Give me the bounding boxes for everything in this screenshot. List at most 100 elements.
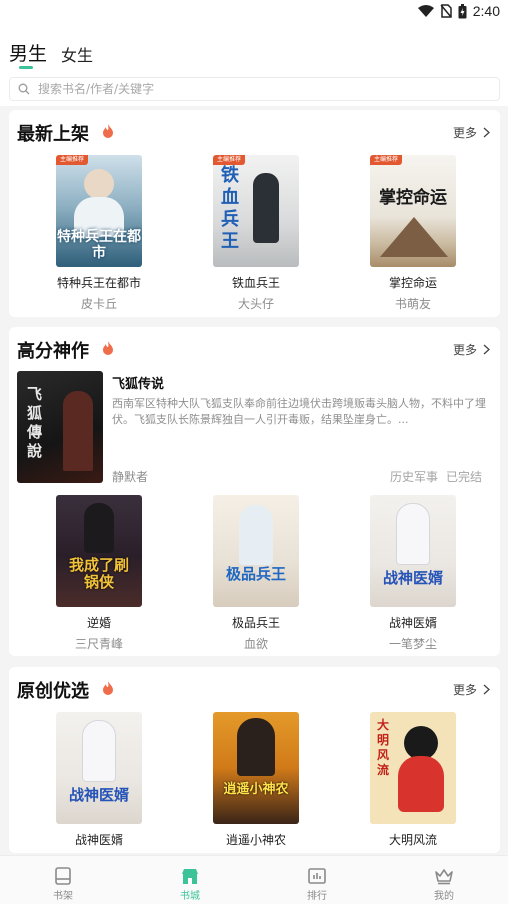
nav-label: 书城	[180, 891, 200, 902]
cover-figure	[84, 503, 114, 553]
more-label: 更多	[452, 683, 477, 697]
search-icon	[18, 83, 30, 95]
book-title: 战神医婿	[388, 616, 437, 630]
featured-author: 静默者	[112, 470, 149, 484]
section-top-rated: 高分神作 更多 飞狐傳說 飞狐传说 西南军区特种大队飞狐支队奉命前往边境伏击跨境…	[9, 327, 500, 656]
book-icon	[55, 867, 71, 885]
cover-title-art: 飞狐傳說	[27, 385, 43, 460]
book-author: 一笔梦尘	[388, 637, 437, 651]
status-bar: 2:40	[0, 0, 508, 24]
cover-mountain	[380, 217, 448, 257]
book-cover: 主编推荐 铁血兵王	[213, 155, 299, 267]
nav-item-ranking[interactable]: 排行	[287, 860, 347, 902]
fire-icon	[103, 341, 113, 355]
recommend-badge: 主编推荐	[370, 155, 403, 165]
book-title: 大明风流	[388, 833, 437, 847]
book-item[interactable]: 极品兵王 极品兵王 血欲	[181, 495, 331, 655]
cover-title-art: 特种兵王在都市	[57, 229, 141, 261]
chevron-right-icon	[483, 127, 490, 138]
search-bar[interactable]	[9, 77, 500, 101]
cover-figure	[239, 505, 273, 565]
tab-male[interactable]: 男生	[9, 39, 47, 66]
section-title: 原创优选	[17, 681, 89, 702]
cover-figure	[82, 720, 116, 782]
status-tag: 已完结	[445, 470, 482, 484]
book-title: 特种兵王在都市	[56, 276, 141, 290]
book-title: 战神医婿	[74, 833, 123, 847]
featured-cover: 飞狐傳說	[17, 371, 103, 483]
cover-title-art: 我成了刷锅侠	[68, 556, 129, 591]
book-item[interactable]: 主编推荐 掌控命运 掌控命运 书萌友	[338, 155, 488, 315]
book-title: 掌控命运	[388, 276, 437, 290]
nav-item-store[interactable]: 书城	[160, 860, 220, 902]
chart-icon	[308, 868, 326, 884]
book-author: 皮卡丘	[80, 297, 117, 311]
more-label: 更多	[452, 343, 477, 357]
store-icon	[182, 869, 198, 884]
book-item[interactable]: 战神医婿 战神医婿 一笔梦尘	[338, 495, 488, 655]
book-cover: 大明风流	[370, 712, 456, 824]
book-item[interactable]: 战神医婿 战神医婿	[24, 712, 174, 852]
nav-item-bookshelf[interactable]: 书架	[33, 860, 93, 902]
cover-figure	[84, 169, 114, 199]
nav-label: 排行	[307, 891, 327, 902]
book-title: 极品兵王	[231, 616, 280, 630]
recommend-badge: 主编推荐	[213, 155, 246, 165]
cover-title-art: 铁血兵王	[221, 165, 239, 252]
more-link[interactable]: 更多	[453, 124, 490, 141]
cover-figure	[253, 173, 279, 243]
book-author: 书萌友	[394, 297, 431, 311]
book-author: 大头仔	[237, 297, 274, 311]
book-cover: 主编推荐 特种兵王在都市	[56, 155, 142, 267]
cover-title-art: 战神医婿	[68, 786, 129, 804]
book-cover: 主编推荐 掌控命运	[370, 155, 456, 267]
book-title: 逆婚	[86, 616, 111, 630]
cover-title-art: 逍遥小神农	[223, 782, 289, 797]
book-title: 逍遥小神农	[225, 833, 286, 847]
cover-figure	[404, 726, 438, 760]
featured-tags: 历史军事 已完结	[390, 468, 482, 485]
book-cover: 战神医婿	[370, 495, 456, 607]
cover-title-art: 极品兵王	[225, 565, 286, 583]
genre-tag: 历史军事	[389, 470, 438, 484]
battery-icon	[458, 3, 467, 18]
fire-icon	[103, 681, 113, 695]
more-link[interactable]: 更多	[453, 681, 490, 698]
tab-female[interactable]: 女生	[61, 42, 93, 66]
search-input[interactable]	[38, 80, 478, 98]
section-title: 高分神作	[17, 341, 89, 362]
more-link[interactable]: 更多	[453, 341, 490, 358]
nav-item-mine[interactable]: 我的	[414, 860, 474, 902]
book-cover: 逍遥小神农	[213, 712, 299, 824]
more-label: 更多	[452, 126, 477, 140]
featured-description: 西南军区特种大队飞狐支队奉命前往边境伏击跨境贩毒头脑人物，不料中了埋伏。飞狐支队…	[112, 397, 486, 426]
active-tab-indicator	[19, 66, 33, 69]
top-bar: 男生 女生	[0, 24, 508, 106]
cover-figure	[237, 718, 275, 776]
section-original: 原创优选 更多 战神医婿 战神医婿 逍遥小神农 逍遥小神农 大明风流 大明风流	[9, 667, 500, 853]
book-title: 铁血兵王	[231, 276, 280, 290]
nav-label: 书架	[53, 891, 73, 902]
book-cover: 我成了刷锅侠	[56, 495, 142, 607]
book-item[interactable]: 大明风流 大明风流	[338, 712, 488, 852]
book-item[interactable]: 主编推荐 特种兵王在都市 特种兵王在都市 皮卡丘	[24, 155, 174, 315]
wifi-icon	[417, 5, 434, 17]
book-item[interactable]: 主编推荐 铁血兵王 铁血兵王 大头仔	[181, 155, 331, 315]
book-cover: 极品兵王	[213, 495, 299, 607]
recommend-badge: 主编推荐	[56, 155, 89, 165]
section-title: 最新上架	[17, 124, 89, 145]
bottom-nav: 书架 书城 排行 我的	[0, 855, 508, 904]
no-sim-icon	[440, 4, 452, 18]
nav-label: 我的	[434, 891, 454, 902]
chevron-right-icon	[483, 344, 490, 355]
cover-figure	[396, 503, 430, 565]
book-author: 血欲	[243, 637, 268, 651]
cover-title-art: 掌控命运	[379, 188, 447, 208]
chevron-right-icon	[483, 684, 490, 695]
book-item[interactable]: 逍遥小神农 逍遥小神农	[181, 712, 331, 852]
book-item[interactable]: 我成了刷锅侠 逆婚 三尺青峰	[24, 495, 174, 655]
book-cover: 战神医婿	[56, 712, 142, 824]
cover-title-art: 战神医婿	[382, 569, 443, 587]
status-icons: 2:40	[417, 3, 500, 19]
crown-icon	[435, 869, 453, 885]
